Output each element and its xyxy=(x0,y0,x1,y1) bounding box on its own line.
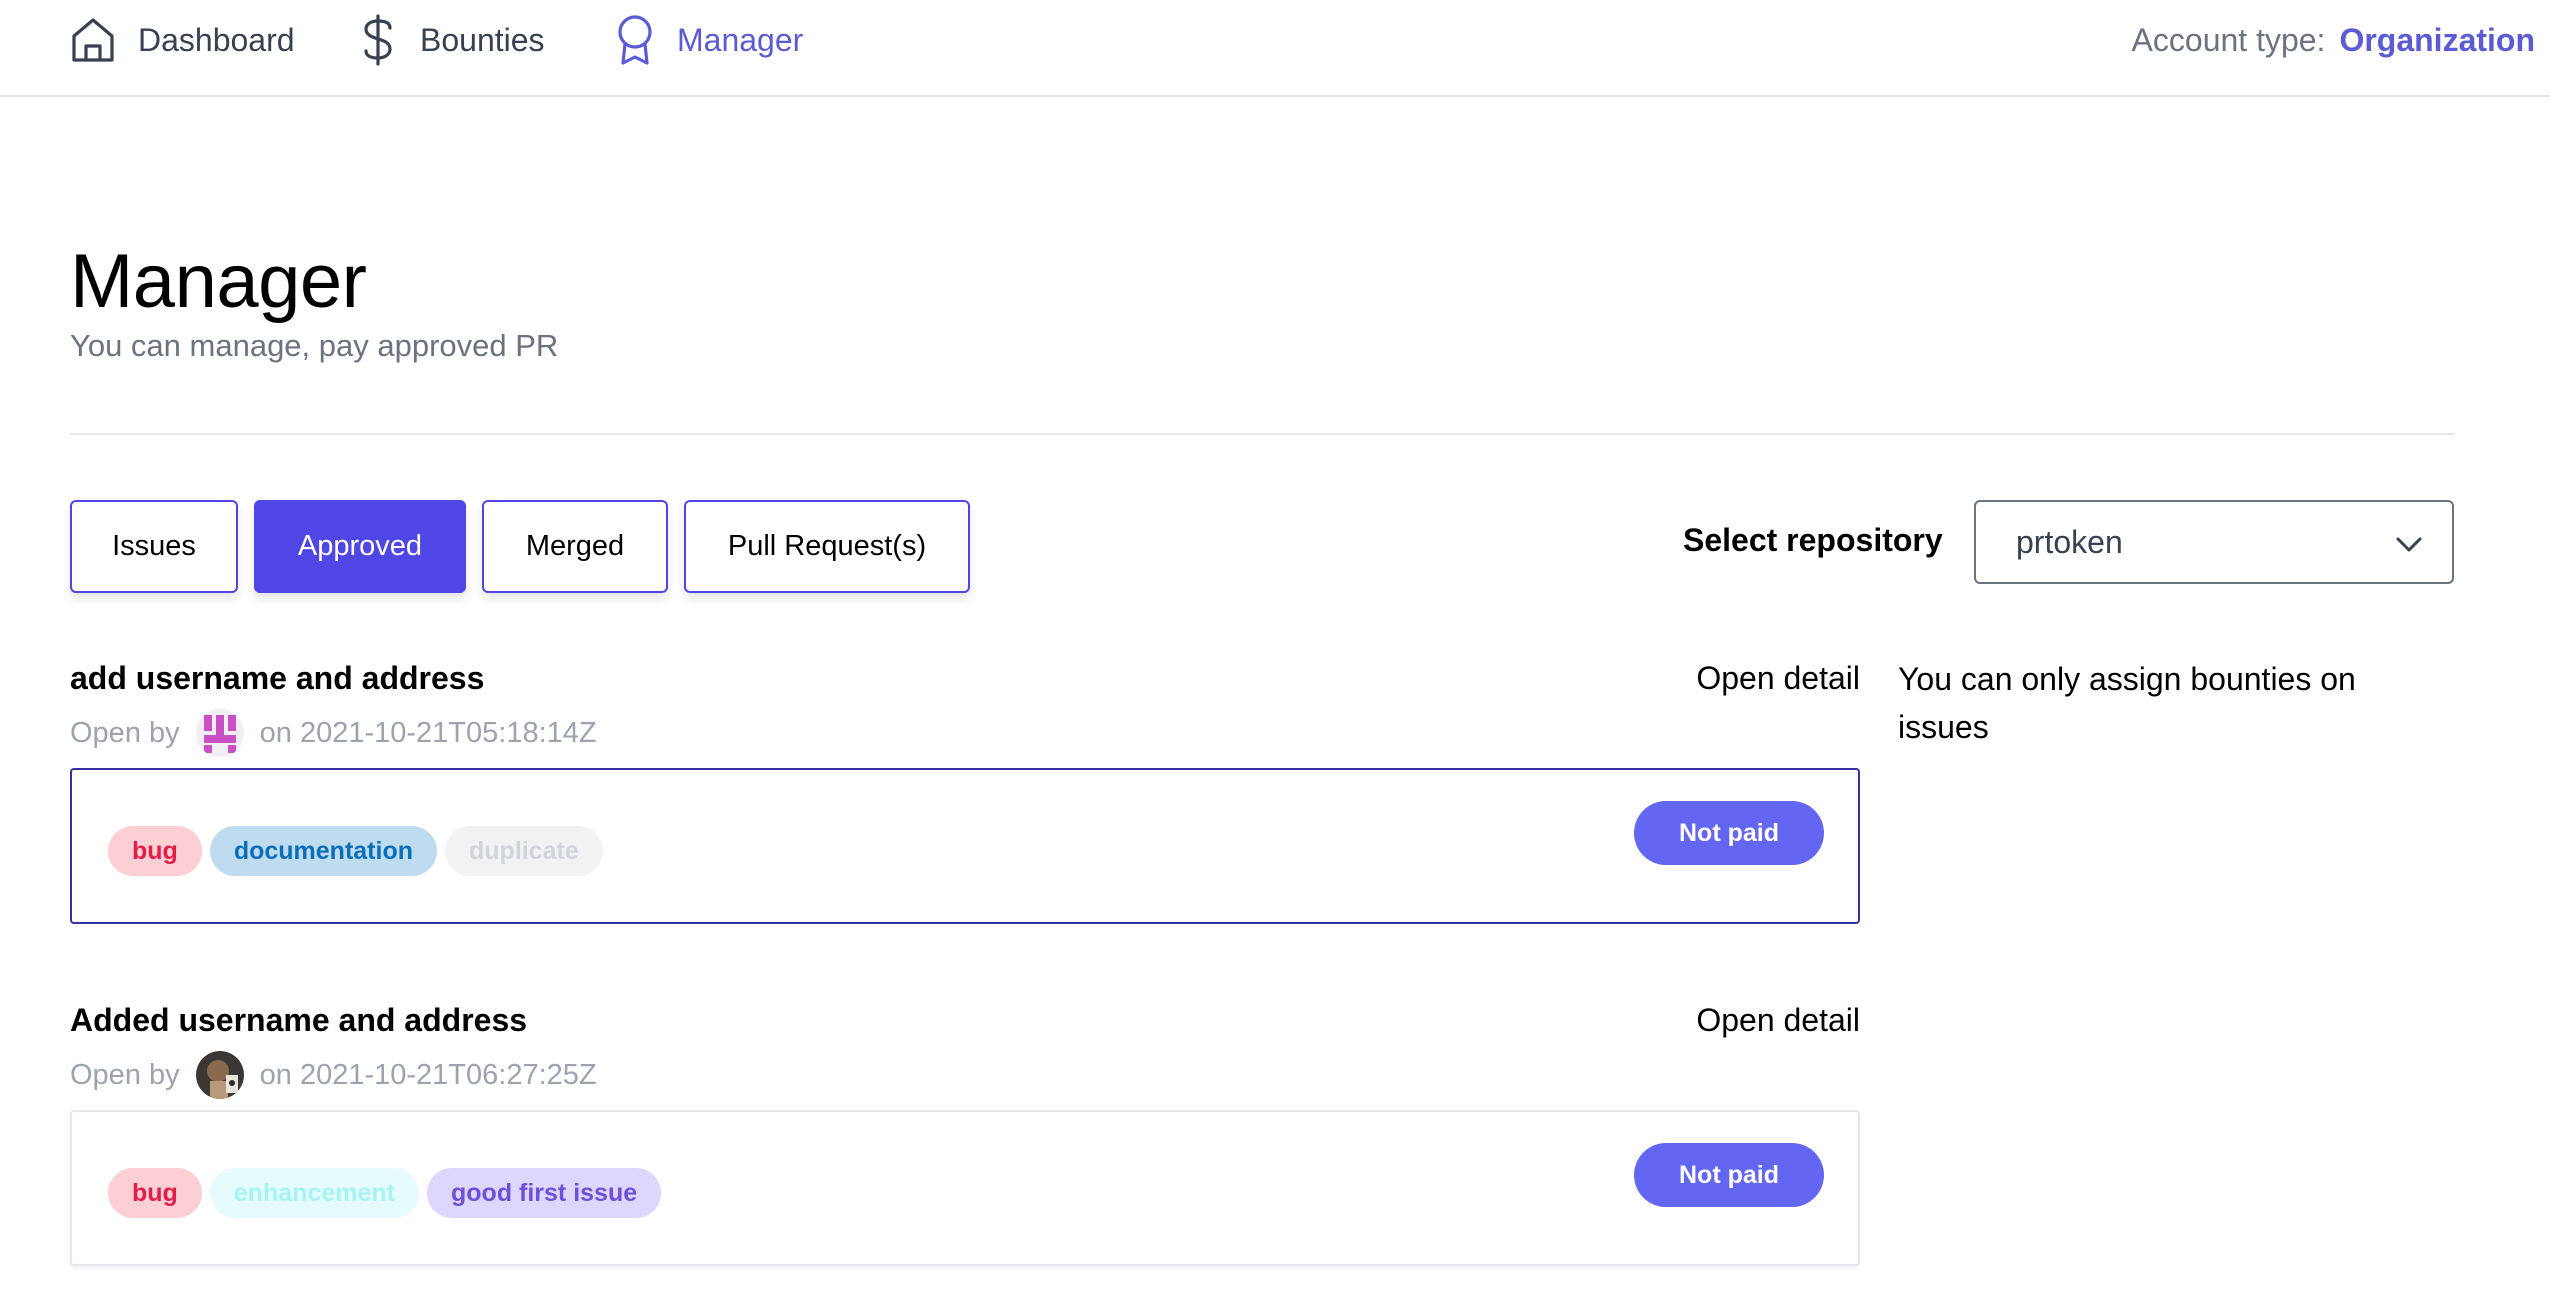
label-bug: bug xyxy=(108,1168,202,1218)
badge-icon xyxy=(615,14,655,66)
nav-dashboard[interactable]: Dashboard xyxy=(70,0,295,80)
avatar[interactable] xyxy=(195,1051,244,1099)
tab-pull-requests[interactable]: Pull Request(s) xyxy=(684,500,970,593)
page-title: Manager xyxy=(70,239,367,324)
issue-meta: Open by on 2021-10-21T06:27:25Z xyxy=(70,1050,597,1100)
label-enhancement: enhancement xyxy=(209,1168,419,1218)
issue-meta: Open by on 2021-10-21T05:18:14Z xyxy=(70,708,597,758)
top-nav: Dashboard Bounties Manager Account type:… xyxy=(0,0,2550,97)
issue-item: add username and address Open detail Ope… xyxy=(70,660,1860,934)
tab-issues[interactable]: Issues xyxy=(70,500,238,593)
issue-date: on 2021-10-21T05:18:14Z xyxy=(259,716,597,749)
issue-date: on 2021-10-21T06:27:25Z xyxy=(259,1058,597,1091)
account-type: Account type: Organization xyxy=(2132,0,2535,80)
payment-status-button[interactable]: Not paid xyxy=(1634,1143,1824,1207)
dollar-icon xyxy=(358,14,398,66)
account-type-value[interactable]: Organization xyxy=(2339,22,2535,59)
issue-card[interactable]: bug documentation duplicate Not paid xyxy=(70,768,1860,924)
repository-select[interactable]: prtoken xyxy=(1974,500,2454,584)
assign-bounty-note: You can only assign bounties on issues xyxy=(1898,661,2356,745)
issue-title: add username and address xyxy=(70,660,485,696)
avatar[interactable] xyxy=(195,709,244,757)
chevron-down-icon xyxy=(2394,529,2424,567)
payment-status-button[interactable]: Not paid xyxy=(1634,801,1824,865)
label-list: bug documentation duplicate xyxy=(108,826,603,876)
open-detail-link[interactable]: Open detail xyxy=(1696,660,1860,697)
issue-item: Added username and address Open detail O… xyxy=(70,1002,1860,1276)
select-repository-label: Select repository xyxy=(1683,522,1943,558)
label-good-first-issue: good first issue xyxy=(427,1168,662,1218)
nav-bounties-label: Bounties xyxy=(420,21,545,58)
tab-approved[interactable]: Approved xyxy=(254,500,466,593)
nav-bounties[interactable]: Bounties xyxy=(358,0,545,80)
issue-card[interactable]: bug enhancement good first issue Not pai… xyxy=(70,1110,1860,1266)
repository-select-value: prtoken xyxy=(2016,523,2123,560)
label-bug: bug xyxy=(108,826,202,876)
open-by-label: Open by xyxy=(70,716,180,749)
open-by-label: Open by xyxy=(70,1058,180,1091)
issue-title: Added username and address xyxy=(70,1002,528,1038)
label-duplicate: duplicate xyxy=(445,826,603,876)
header-divider xyxy=(70,433,2455,435)
tab-merged[interactable]: Merged xyxy=(482,500,668,593)
home-icon xyxy=(70,16,116,64)
page-subtitle: You can manage, pay approved PR xyxy=(70,328,559,363)
account-type-label: Account type: xyxy=(2131,21,2326,58)
label-documentation: documentation xyxy=(209,826,437,876)
open-detail-link[interactable]: Open detail xyxy=(1696,1002,1860,1039)
label-list: bug enhancement good first issue xyxy=(108,1168,662,1218)
nav-manager-label: Manager xyxy=(677,21,804,58)
nav-dashboard-label: Dashboard xyxy=(138,21,295,58)
nav-manager[interactable]: Manager xyxy=(615,0,803,80)
